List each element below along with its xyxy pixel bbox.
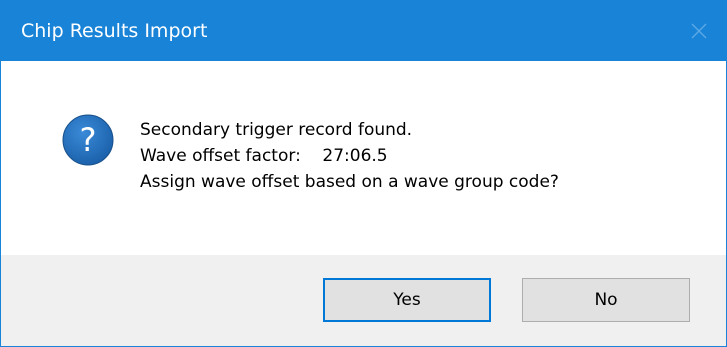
title-bar[interactable]: Chip Results Import (1, 1, 726, 61)
svg-text:?: ? (80, 121, 97, 159)
close-icon[interactable] (685, 17, 713, 45)
message-text: Secondary trigger record found. Wave off… (140, 117, 559, 195)
yes-button[interactable]: Yes (323, 278, 491, 322)
no-button[interactable]: No (522, 278, 690, 322)
message-dialog: Chip Results Import ? Secondary trigger … (0, 0, 727, 347)
button-bar: Yes No (1, 255, 726, 346)
dialog-title: Chip Results Import (21, 20, 208, 42)
dialog-body: ? Secondary trigger record found. Wave o… (1, 61, 726, 255)
message-line-1: Secondary trigger record found. (140, 120, 413, 140)
message-line-3: Assign wave offset based on a wave group… (140, 172, 559, 192)
message-line-2: Wave offset factor: 27:06.5 (140, 146, 388, 166)
question-icon: ? (61, 113, 115, 167)
